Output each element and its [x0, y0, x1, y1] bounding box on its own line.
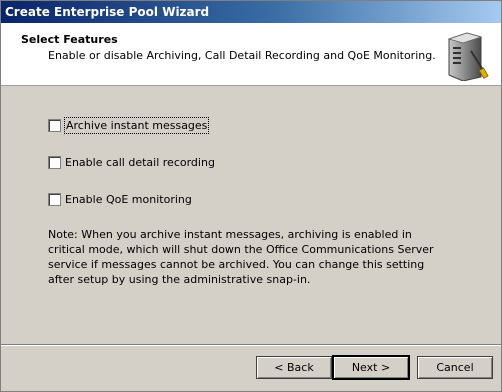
footer-divider — [1, 344, 501, 346]
qoe-monitoring-label[interactable]: Enable QoE monitoring — [65, 192, 192, 207]
archive-note: Note: When you archive instant messages,… — [48, 228, 434, 286]
page-title: Select Features — [21, 33, 118, 46]
window-title: Create Enterprise Pool Wizard — [1, 1, 501, 23]
archive-im-label[interactable]: Archive instant messages — [63, 117, 210, 134]
server-wizard-icon — [441, 29, 491, 82]
call-detail-recording-checkbox[interactable] — [48, 156, 61, 169]
back-button[interactable]: < Back — [256, 356, 332, 379]
archive-im-checkbox[interactable] — [48, 119, 61, 132]
call-detail-recording-label[interactable]: Enable call detail recording — [65, 155, 215, 170]
wizard-header: Select Features Enable or disable Archiv… — [1, 23, 501, 86]
qoe-monitoring-checkbox[interactable] — [48, 193, 61, 206]
next-button[interactable]: Next > — [333, 356, 409, 379]
page-description: Enable or disable Archiving, Call Detail… — [48, 49, 436, 62]
wizard-window: Create Enterprise Pool Wizard Select Fea… — [0, 0, 502, 392]
cancel-button[interactable]: Cancel — [417, 356, 493, 379]
